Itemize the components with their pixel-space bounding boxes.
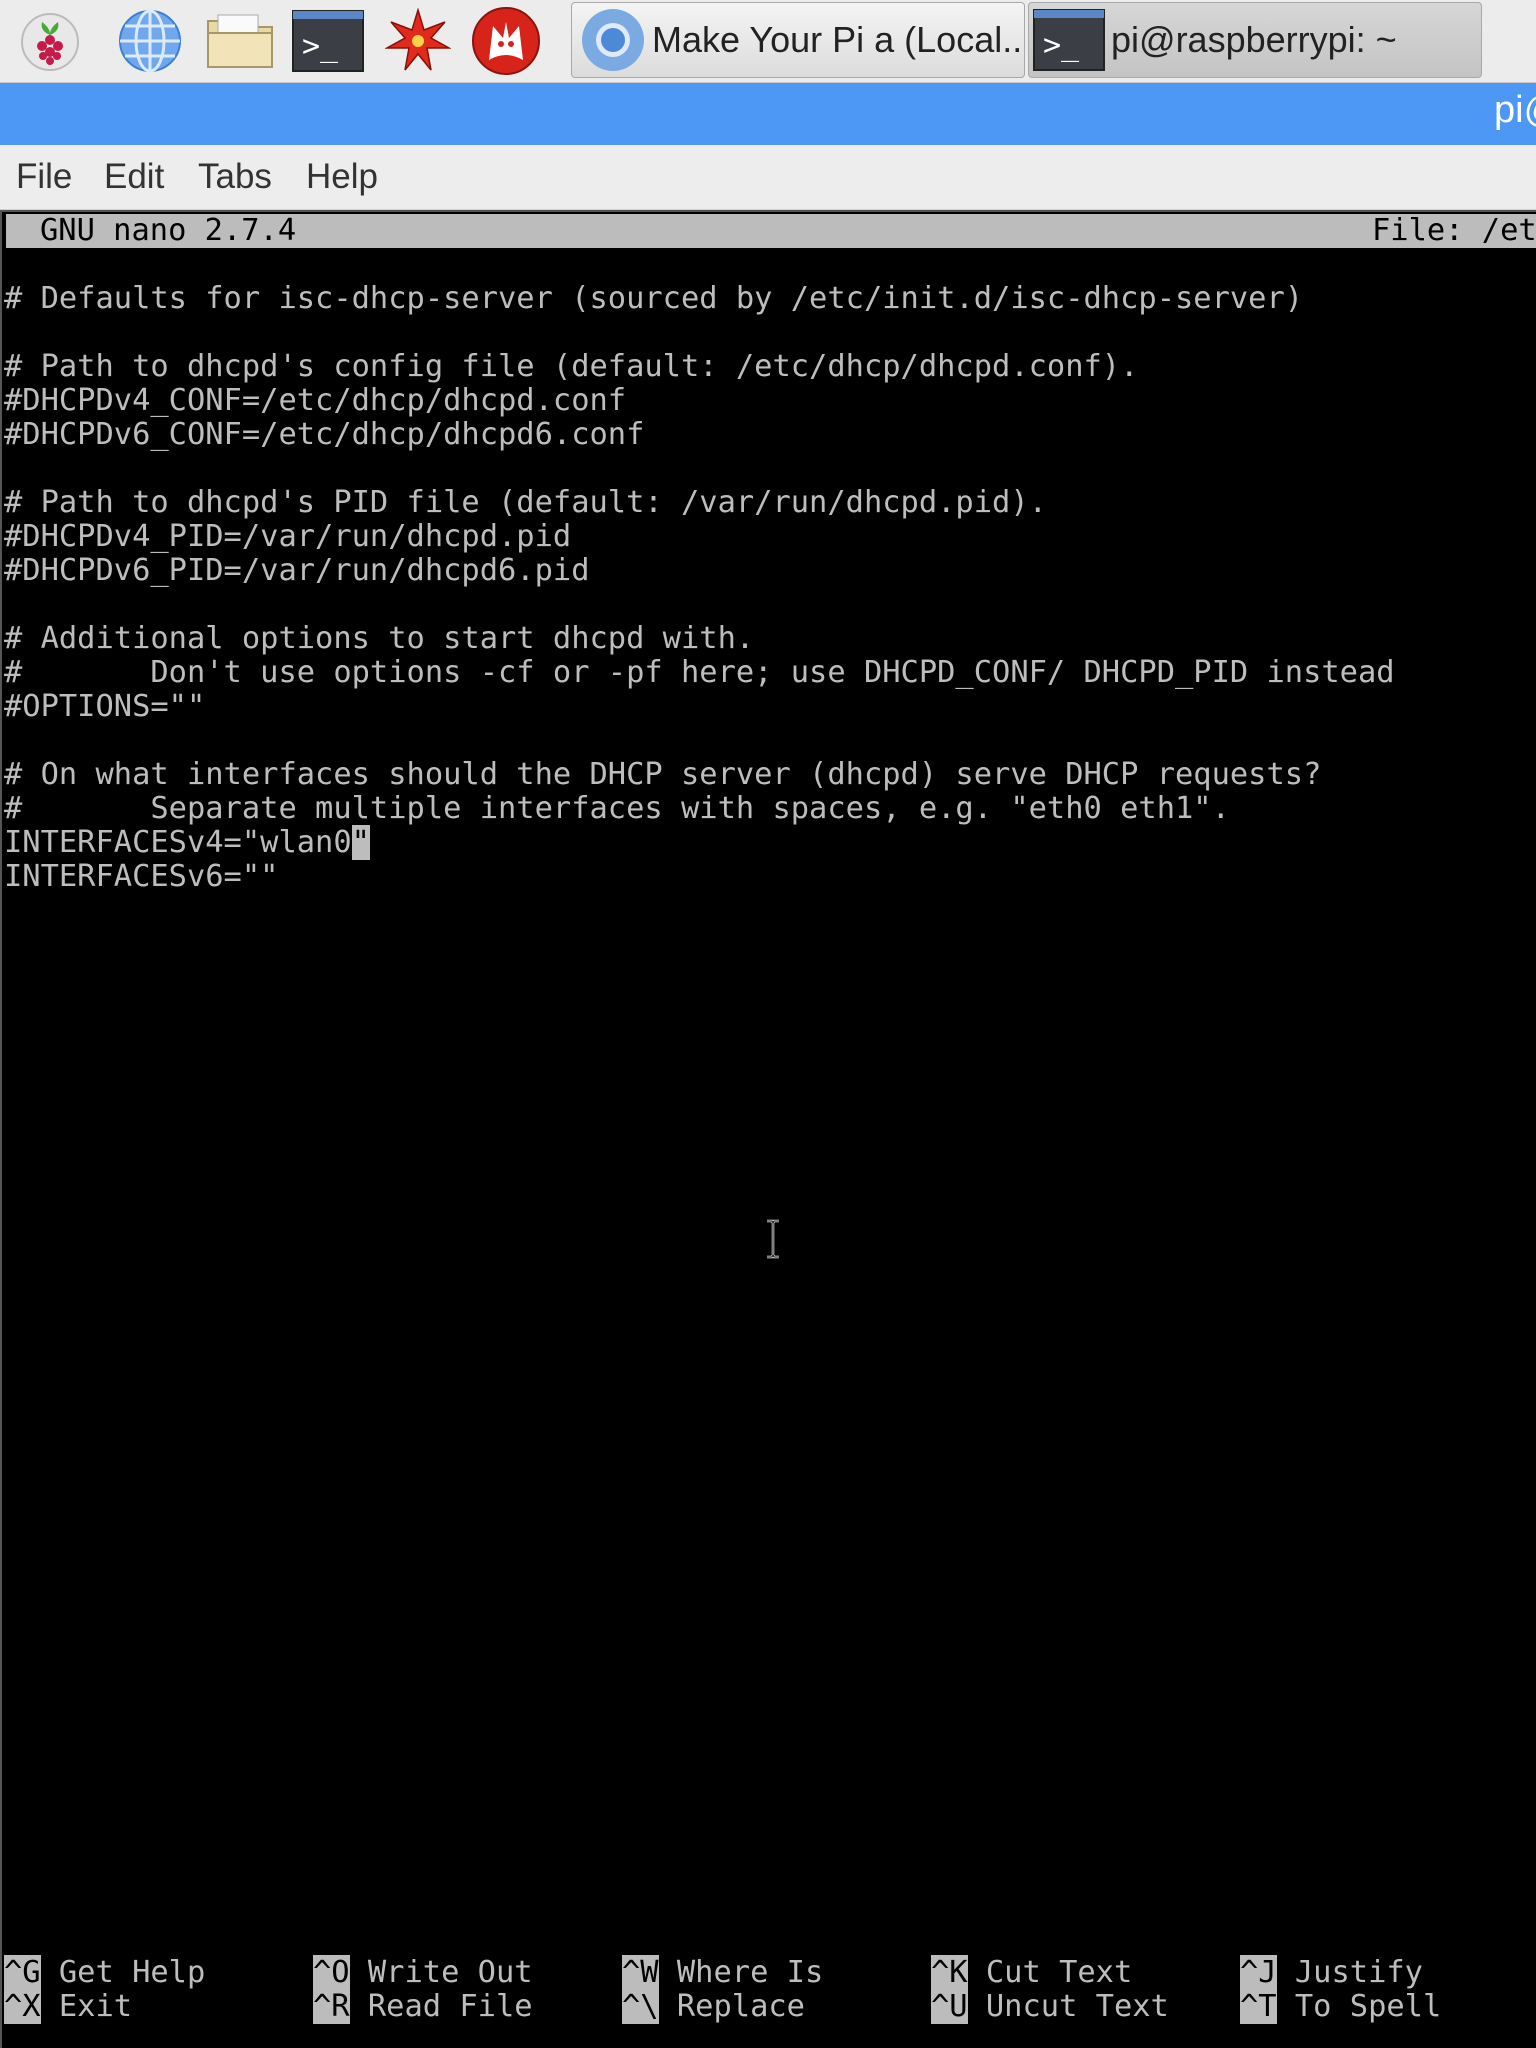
nano-version: GNU nano 2.7.4 [40, 213, 297, 248]
file-line[interactable]: INTERFACESv6="" [4, 860, 278, 894]
raspberry-menu-icon[interactable] [12, 6, 88, 76]
shortcut-key: ^\ [622, 1989, 659, 2024]
wolfram-icon[interactable] [468, 6, 544, 76]
shortcut-label: Cut Text [985, 1955, 1133, 1990]
shortcut-label: Get Help [58, 1955, 206, 1990]
shortcut-key: ^K [931, 1955, 968, 1990]
file-line[interactable]: #DHCPDv4_PID=/var/run/dhcpd.pid [4, 520, 571, 554]
task-label-terminal: pi@raspberrypi: ~ [1111, 19, 1397, 60]
terminal-icon[interactable]: >_ [290, 6, 366, 76]
shortcut-cut-text[interactable]: ^K Cut Text [931, 1955, 1133, 1990]
shortcut-key: ^T [1240, 1989, 1277, 2024]
taskbar: >_ Make Your Pi a (Local... >_ pi@raspbe… [0, 0, 1536, 83]
file-line[interactable]: # Defaults for isc-dhcp-server (sourced … [4, 282, 1303, 316]
file-line[interactable]: #DHCPDv4_CONF=/etc/dhcp/dhcpd.conf [4, 384, 626, 418]
file-line[interactable]: # Additional options to start dhcpd with… [4, 622, 754, 656]
shortcut-key: ^U [931, 1989, 968, 2024]
svg-text:>_: >_ [302, 29, 339, 64]
shortcut-uncut-text[interactable]: ^U Uncut Text [931, 1989, 1169, 2024]
file-line[interactable]: #DHCPDv6_PID=/var/run/dhcpd6.pid [4, 554, 590, 588]
shortcut-replace[interactable]: ^\ Replace [622, 1989, 805, 2024]
task-label-browser: Make Your Pi a (Local... [652, 19, 1025, 60]
shortcut-label: Exit [58, 1989, 133, 2024]
shortcut-write-out[interactable]: ^O Write Out [313, 1955, 533, 1990]
window-titlebar[interactable]: pi@ [0, 83, 1536, 145]
task-button-terminal[interactable]: >_ pi@raspberrypi: ~ [1028, 2, 1482, 78]
shortcut-justify[interactable]: ^J Justify [1240, 1955, 1423, 1990]
menu-tabs[interactable]: Tabs [198, 157, 272, 197]
file-line[interactable]: # Separate multiple interfaces with spac… [4, 792, 1230, 826]
menu-file[interactable]: File [16, 157, 72, 197]
shortcut-to-spell[interactable]: ^T To Spell [1240, 1989, 1442, 2024]
mathematica-icon[interactable] [380, 6, 456, 76]
terminal-area[interactable]: GNU nano 2.7.4 File: /etc # Defaults for… [0, 210, 1536, 2048]
shortcut-key: ^O [313, 1955, 350, 1990]
file-line[interactable]: # Path to dhcpd's PID file (default: /va… [4, 486, 1047, 520]
terminal-icon: >_ [1033, 9, 1105, 71]
file-line[interactable]: # Don't use options -cf or -pf here; use… [4, 656, 1395, 690]
shortcut-label: Write Out [367, 1955, 533, 1990]
shortcut-get-help[interactable]: ^G Get Help [4, 1955, 206, 1990]
nano-header: GNU nano 2.7.4 File: /etc [6, 214, 1536, 248]
shortcut-label: Uncut Text [985, 1989, 1169, 2024]
file-line[interactable]: # On what interfaces should the DHCP ser… [4, 758, 1321, 792]
file-line[interactable]: #DHCPDv6_CONF=/etc/dhcp/dhcpd6.conf [4, 418, 644, 452]
shortcut-exit[interactable]: ^X Exit [4, 1989, 133, 2024]
mouse-ibeam-cursor-icon [767, 1219, 779, 1259]
shortcut-key: ^G [4, 1955, 41, 1990]
shortcut-read-file[interactable]: ^R Read File [313, 1989, 533, 2024]
menu-help[interactable]: Help [306, 157, 378, 197]
web-browser-icon[interactable] [112, 6, 188, 76]
shortcut-key: ^X [4, 1989, 41, 2024]
shortcut-label: Where Is [676, 1955, 824, 1990]
task-button-browser[interactable]: Make Your Pi a (Local... [571, 2, 1025, 78]
shortcut-label: Replace [676, 1989, 805, 2024]
window-title: pi@ [1494, 89, 1536, 131]
file-line[interactable]: #OPTIONS="" [4, 690, 205, 724]
shortcut-key: ^J [1240, 1955, 1277, 1990]
file-manager-icon[interactable] [202, 6, 278, 76]
shortcut-where-is[interactable]: ^W Where Is [622, 1955, 824, 1990]
file-line-cursor[interactable]: INTERFACESv4="wlan0" [4, 825, 370, 860]
file-line[interactable]: # Path to dhcpd's config file (default: … [4, 350, 1138, 384]
menu-bar: File Edit Tabs Help [0, 145, 1536, 210]
cursor-line-text: INTERFACESv4="wlan0 [4, 825, 352, 860]
chromium-icon [580, 7, 646, 73]
shortcut-label: Justify [1294, 1955, 1423, 1990]
svg-text:>_: >_ [1043, 28, 1080, 63]
shortcut-label: Read File [367, 1989, 533, 2024]
shortcut-label: To Spell [1294, 1989, 1442, 2024]
shortcut-key: ^W [622, 1955, 659, 1990]
nano-filename: File: /etc [1372, 213, 1536, 248]
text-cursor: " [351, 825, 370, 860]
shortcut-key: ^R [313, 1989, 350, 2024]
menu-edit[interactable]: Edit [104, 157, 164, 197]
